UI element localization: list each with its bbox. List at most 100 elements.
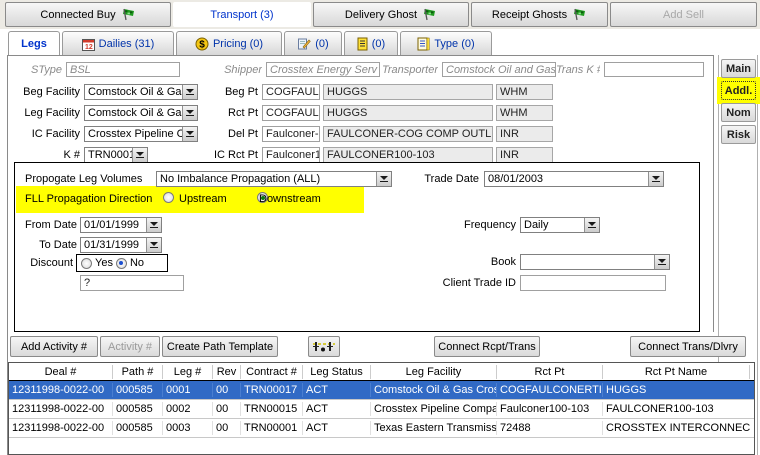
upstream-radio[interactable] bbox=[163, 192, 174, 203]
trade-date-combo[interactable]: 08/01/2003 bbox=[484, 171, 664, 187]
ic-rct-pt-label: IC Rct Pt bbox=[200, 149, 258, 161]
create-path-template-button[interactable]: Create Path Template bbox=[162, 336, 278, 357]
beg-pt-code-field[interactable]: COGFAULCON bbox=[262, 84, 320, 100]
type-note-icon bbox=[417, 37, 430, 51]
tab-delivery-ghost[interactable]: Delivery Ghost bbox=[313, 2, 469, 27]
leg-facility-combo[interactable]: Comstock Oil & Gas Cro bbox=[84, 105, 198, 121]
sidebar-item-addl[interactable]: Addl. bbox=[721, 81, 756, 100]
to-date-label: To Date bbox=[21, 239, 77, 251]
column-header[interactable]: Leg # bbox=[163, 365, 213, 379]
tab-ledger[interactable]: (0) bbox=[344, 31, 398, 56]
connect-rcpt-trans-label: Connect Rcpt/Trans bbox=[438, 341, 535, 353]
sidebar-nom-label: Nom bbox=[726, 107, 750, 119]
rct-pt-code-field[interactable]: COGFAULCON bbox=[262, 105, 320, 121]
propagate-combo[interactable]: No Imbalance Propagation (ALL) bbox=[156, 171, 392, 187]
client-trade-id-label: Client Trade ID bbox=[436, 277, 516, 289]
beg-facility-combo[interactable]: Comstock Oil & Gas Cro bbox=[84, 84, 198, 100]
discount-no-radio[interactable] bbox=[116, 258, 127, 269]
tab-notes[interactable]: (0) bbox=[284, 31, 342, 56]
k-number-combo[interactable]: TRN00017 bbox=[84, 147, 148, 163]
cell-rct-pt: Faulconer100-103 bbox=[497, 402, 603, 416]
tab-dailies[interactable]: 12 Dailies (31) bbox=[62, 31, 174, 56]
tab-type-label: Type (0) bbox=[434, 38, 474, 50]
cell-leg: 0002 bbox=[163, 402, 213, 416]
sidebar-item-main[interactable]: Main bbox=[721, 59, 756, 78]
upstream-label: Upstream bbox=[179, 193, 239, 205]
dropdown-arrow-icon[interactable] bbox=[376, 172, 391, 186]
sidebar-item-risk[interactable]: Risk bbox=[721, 125, 756, 144]
from-date-combo[interactable]: 01/01/1999 bbox=[80, 217, 162, 233]
sidebar-risk-label: Risk bbox=[727, 129, 750, 141]
tab-add-sell: Add Sell bbox=[610, 2, 757, 27]
unknown-field[interactable]: ? bbox=[80, 275, 184, 291]
dropdown-arrow-icon[interactable] bbox=[584, 218, 599, 232]
column-header[interactable]: Leg Status bbox=[303, 365, 371, 379]
connect-rcpt-trans-button[interactable]: Connect Rcpt/Trans bbox=[434, 336, 540, 357]
dropdown-arrow-icon[interactable] bbox=[182, 106, 197, 120]
book-combo[interactable] bbox=[520, 254, 670, 270]
add-activity-button[interactable]: Add Activity # bbox=[10, 336, 98, 357]
tab-pricing[interactable]: $ Pricing (0) bbox=[176, 31, 282, 56]
tab-type[interactable]: Type (0) bbox=[400, 31, 492, 56]
sidebar-item-nom[interactable]: Nom bbox=[721, 103, 756, 122]
tab-add-sell-label: Add Sell bbox=[663, 9, 704, 21]
table-row[interactable]: 12311998-0022-00 000585 0002 00 TRN00015… bbox=[9, 400, 754, 419]
path-diagram-icon bbox=[312, 340, 336, 354]
ic-rct-pt-code-field[interactable]: Faulconer100- bbox=[262, 147, 320, 163]
dropdown-arrow-icon[interactable] bbox=[146, 238, 161, 252]
k-number-label: K # bbox=[8, 149, 80, 161]
column-header[interactable]: Deal # bbox=[9, 365, 113, 379]
cell-deal: 12311998-0022-00 bbox=[9, 402, 113, 416]
transporter-field[interactable]: Comstock Oil and Gas bbox=[442, 62, 556, 77]
ic-facility-label: IC Facility bbox=[8, 128, 80, 140]
connect-trans-dlvry-button[interactable]: Connect Trans/Dlvry bbox=[630, 336, 746, 357]
tab-transport[interactable]: Transport (3) bbox=[173, 2, 311, 27]
dropdown-arrow-icon[interactable] bbox=[654, 255, 669, 269]
dropdown-arrow-icon[interactable] bbox=[182, 85, 197, 99]
shipper-field[interactable]: Crosstex Energy Serv bbox=[266, 62, 380, 77]
del-pt-uom-field: INR bbox=[496, 126, 553, 142]
discount-radio-group: Yes No bbox=[76, 254, 168, 272]
ic-facility-combo[interactable]: Crosstex Pipeline Comp bbox=[84, 126, 198, 142]
cell-leg-facility: Texas Eastern Transmiss bbox=[371, 421, 497, 435]
app-window: Connected Buy Transport (3) Delivery Gho… bbox=[0, 0, 760, 455]
leg-facility-value: Comstock Oil & Gas Cro bbox=[85, 106, 182, 120]
table-row[interactable]: 12311998-0022-00 000585 0001 00 TRN00017… bbox=[9, 381, 754, 400]
client-trade-id-field[interactable] bbox=[520, 275, 666, 291]
dropdown-arrow-icon[interactable] bbox=[132, 148, 147, 162]
del-pt-code-field[interactable]: Faulconer-CO bbox=[262, 126, 320, 142]
to-date-combo[interactable]: 01/31/1999 bbox=[80, 237, 162, 253]
column-header[interactable]: Rct Pt bbox=[497, 365, 603, 379]
trans-k-field[interactable] bbox=[604, 62, 704, 77]
legs-grid: Deal # Path # Leg # Rev Contract # Leg S… bbox=[8, 362, 755, 455]
tab-connected-buy[interactable]: Connected Buy bbox=[5, 2, 171, 27]
del-pt-label: Del Pt bbox=[200, 128, 258, 140]
tab-receipt-ghosts[interactable]: Receipt Ghosts bbox=[471, 2, 608, 27]
dropdown-arrow-icon[interactable] bbox=[182, 127, 197, 141]
path-diagram-button[interactable] bbox=[308, 336, 340, 357]
cell-leg-status: ACT bbox=[303, 383, 371, 397]
svg-text:$: $ bbox=[199, 40, 205, 51]
frequency-combo[interactable]: Daily bbox=[520, 217, 600, 233]
beg-pt-uom-field: WHM bbox=[496, 84, 553, 100]
column-header[interactable]: Contract # bbox=[241, 365, 303, 379]
sidebar-main-label: Main bbox=[726, 63, 751, 75]
ic-rct-pt-uom-field: INR bbox=[496, 147, 553, 163]
column-header[interactable]: Rev bbox=[213, 365, 241, 379]
dropdown-arrow-icon[interactable] bbox=[146, 218, 161, 232]
column-header[interactable]: Leg Facility bbox=[371, 365, 497, 379]
rct-pt-name-field: HUGGS bbox=[323, 105, 493, 121]
stype-field[interactable]: BSL bbox=[66, 62, 180, 77]
book-label: Book bbox=[486, 256, 516, 268]
ic-facility-value: Crosstex Pipeline Comp bbox=[85, 127, 182, 141]
column-header[interactable]: Rct Pt Name bbox=[603, 365, 750, 379]
rct-pt-label: Rct Pt bbox=[200, 107, 258, 119]
table-row[interactable]: 12311998-0022-00 000585 0003 00 TRN00001… bbox=[9, 419, 754, 438]
dropdown-arrow-icon[interactable] bbox=[648, 172, 663, 186]
tab-legs[interactable]: Legs bbox=[8, 31, 60, 56]
ledger-book-icon bbox=[357, 37, 368, 51]
trade-date-label: Trade Date bbox=[421, 173, 479, 185]
column-header[interactable]: Path # bbox=[113, 365, 163, 379]
discount-yes-radio[interactable] bbox=[81, 258, 92, 269]
cell-rct-pt-name: HUGGS bbox=[603, 383, 750, 397]
